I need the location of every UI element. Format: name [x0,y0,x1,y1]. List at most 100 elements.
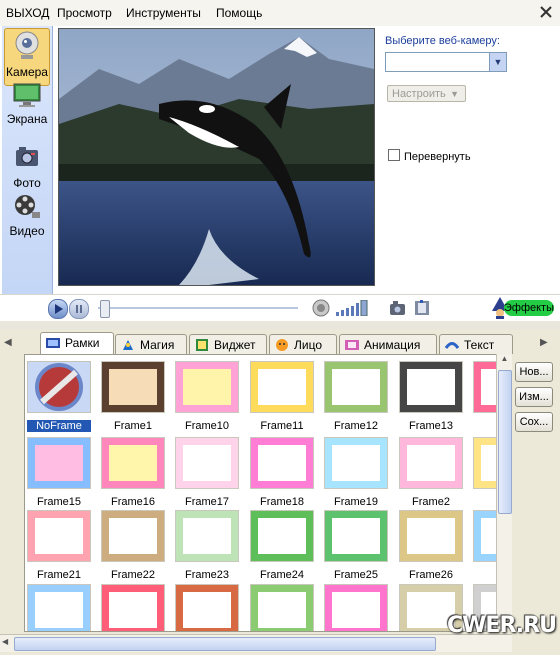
frame-label: Frame19 [333,496,379,508]
frame-tile[interactable]: Frame2 [399,437,463,508]
frame-tile[interactable]: Frame11 [250,361,314,432]
webcam-select[interactable]: ▼ [385,52,507,72]
frame-tile[interactable] [101,584,165,631]
menu-tools[interactable]: Инструменты [126,6,201,20]
frame-tile[interactable]: Fr [473,361,497,432]
frame-thumbnail[interactable] [250,584,314,631]
webcam-icon [15,31,39,59]
frame-thumbnail[interactable] [473,437,497,489]
new-frame-button[interactable]: Нов... [515,362,553,382]
scroll-left-icon[interactable]: ◀ [2,637,8,646]
frame-tile[interactable]: Frame23 [175,510,239,581]
frame-thumbnail[interactable] [175,361,239,413]
frame-thumbnail[interactable] [324,361,388,413]
frames-gallery: NoFrame Frame1 Frame10 Frame11 Frame12 Frame1… [24,354,498,632]
stop-button[interactable] [69,299,89,319]
frame-tile[interactable]: Frame10 [175,361,239,432]
tab-text[interactable]: Текст [439,334,513,354]
frame-thumbnail[interactable] [324,510,388,562]
frame-tile[interactable]: Frame17 [175,437,239,508]
setup-button[interactable]: Настроить ▼ [387,85,466,102]
frame-tile[interactable]: NoFrame [27,361,91,432]
frame-thumbnail[interactable] [101,437,165,489]
vertical-scrollbar[interactable]: ▲ ▼ [496,354,512,630]
effects-button[interactable]: Эффекты [490,297,556,319]
magic-tab-icon [123,340,133,350]
watermark-logo: CWER.RU [447,613,557,638]
frame-thumbnail[interactable] [399,510,463,562]
frame-thumbnail[interactable] [250,437,314,489]
frame-thumbnail[interactable] [27,510,91,562]
speaker-icon[interactable] [311,298,331,318]
frame-thumbnail[interactable] [175,510,239,562]
frame-label: Frame15 [36,496,82,508]
nav-camera[interactable]: Камера [4,28,50,86]
frame-thumbnail[interactable] [250,361,314,413]
scroll-up-icon[interactable]: ▲ [498,354,511,368]
frame-thumbnail[interactable] [250,510,314,562]
frame-tile[interactable] [175,584,239,631]
snapshot-icon[interactable] [388,298,408,318]
edit-frame-button[interactable]: Изм... [515,387,553,407]
frame-tile[interactable] [250,584,314,631]
pause-icon [76,305,82,313]
seek-slider[interactable] [98,300,298,318]
frame-thumbnail[interactable] [175,584,239,631]
frame-thumbnail[interactable] [473,361,497,413]
frame-thumbnail[interactable] [27,361,91,413]
menu-help[interactable]: Помощь [216,6,262,20]
frame-thumbnail[interactable] [101,510,165,562]
frame-tile[interactable]: Frame26 [399,510,463,581]
nav-screen[interactable]: Экрана [2,82,52,128]
tab-animation[interactable]: Анимация [339,334,437,354]
frame-tile[interactable]: Fr [473,510,497,581]
frame-thumbnail[interactable] [399,361,463,413]
tab-frames[interactable]: Рамки [40,332,114,354]
frame-tile[interactable]: Frame15 [27,437,91,508]
orca-preview-image [59,29,374,285]
play-button[interactable] [48,299,68,319]
frame-thumbnail[interactable] [27,584,91,631]
frame-thumbnail[interactable] [101,584,165,631]
tab-widget[interactable]: Виджет [189,334,267,354]
nav-video[interactable]: Видео [2,192,52,240]
frame-thumbnail[interactable] [175,437,239,489]
frame-tile[interactable]: Frame22 [101,510,165,581]
frame-tile[interactable] [324,584,388,631]
frame-tile[interactable]: Frame1 [101,361,165,432]
menu-exit[interactable]: ВЫХОД [6,6,49,20]
seek-handle[interactable] [100,300,110,318]
frame-tile[interactable]: Frame12 [324,361,388,432]
nav-photo[interactable]: Фото [2,144,52,190]
flip-checkbox[interactable] [388,149,400,161]
frame-tile[interactable]: Frame24 [250,510,314,581]
frame-tile[interactable]: Frame18 [250,437,314,508]
frame-tile[interactable] [27,584,91,631]
hscroll-thumb[interactable] [14,637,436,651]
frame-thumbnail[interactable] [27,437,91,489]
save-frame-button[interactable]: Сох... [515,412,553,432]
frame-thumbnail[interactable] [101,361,165,413]
frame-label: Fr [473,569,497,581]
frame-tile[interactable]: Fr [473,437,497,508]
record-icon[interactable] [412,298,432,318]
frame-thumbnail[interactable] [324,437,388,489]
chevron-down-icon[interactable]: ▼ [489,53,506,71]
frame-tile[interactable]: Frame16 [101,437,165,508]
frame-tile[interactable]: Frame19 [324,437,388,508]
frame-tile[interactable]: Frame21 [27,510,91,581]
volume-bars[interactable] [336,299,370,317]
frame-thumbnail[interactable] [399,437,463,489]
menu-view[interactable]: Просмотр [57,6,112,20]
frame-thumbnail[interactable] [473,510,497,562]
widget-tab-icon [196,339,208,351]
frame-thumbnail[interactable] [324,584,388,631]
tab-face[interactable]: Лицо [269,334,337,354]
horizontal-scrollbar[interactable]: ◀ [0,634,512,652]
scroll-thumb[interactable] [498,370,512,514]
tab-magic[interactable]: Магия [115,334,187,354]
frame-tile[interactable]: Frame25 [324,510,388,581]
flip-option[interactable]: Перевернуть [388,149,471,163]
frame-tile[interactable]: Frame13 [399,361,463,432]
close-icon[interactable] [538,4,554,20]
